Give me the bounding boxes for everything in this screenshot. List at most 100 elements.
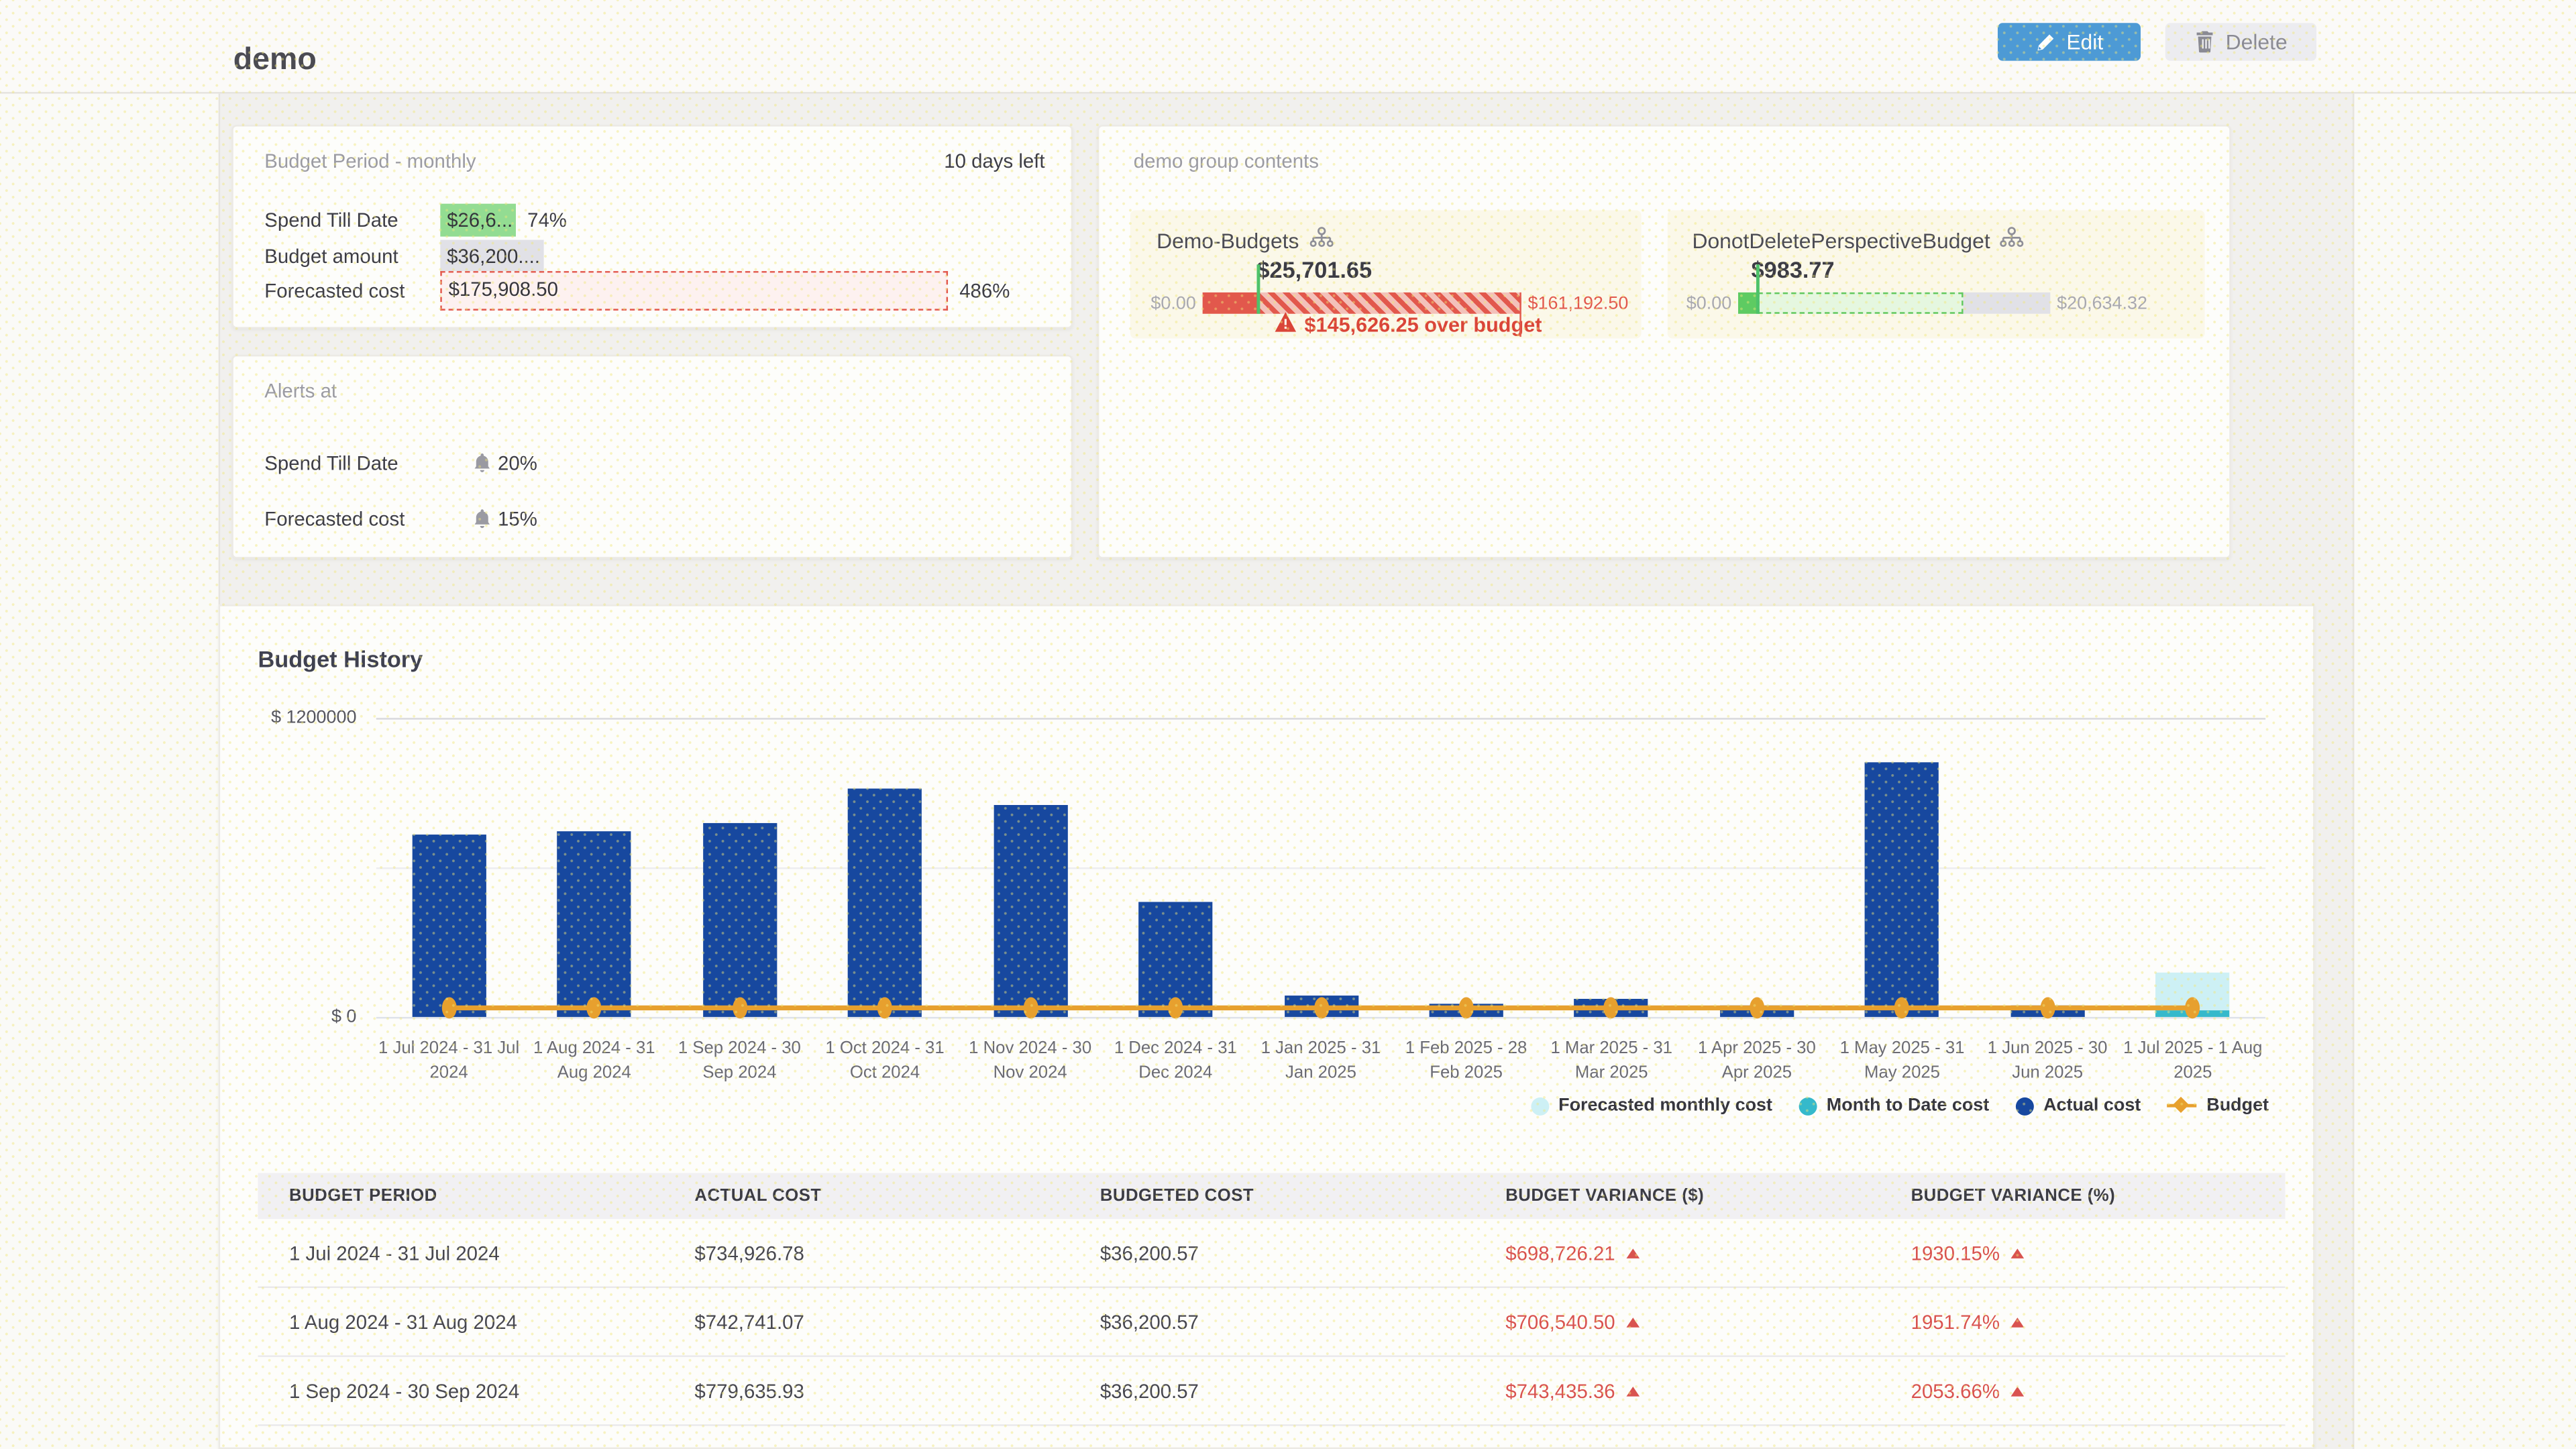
budget-period-title: Budget Period - monthly — [264, 150, 476, 172]
variance-up-icon — [1627, 1248, 1640, 1258]
x-axis-label: 1 Mar 2025 - 31 Mar 2025 — [1541, 1036, 1682, 1087]
legend-label: Forecasted monthly cost — [1558, 1095, 1772, 1115]
edit-button[interactable]: Edit — [1998, 23, 2141, 60]
budget-period-row-label: Forecasted cost — [264, 279, 405, 302]
budget-period-row: Forecasted cost$175,908.50486% — [233, 274, 1071, 307]
alert-threshold-value: 20% — [498, 451, 537, 474]
budget-marker-tick — [1256, 264, 1260, 313]
bar-min-label: $0.00 — [1668, 294, 1732, 313]
legend-item-forecasted-monthly-cost: Forecasted monthly cost — [1530, 1095, 1772, 1115]
forecast-segment — [1758, 292, 1963, 314]
x-axis-label: 1 Apr 2025 - 30 Apr 2025 — [1686, 1036, 1828, 1087]
spend-segment — [1203, 292, 1258, 314]
bar-actual-cost — [994, 806, 1067, 1017]
cell-budget-variance-usd: $743,435.36 — [1474, 1379, 1880, 1402]
group-contents-card: demo group contents Demo-Budgets $25,701… — [1097, 125, 2231, 559]
x-axis-label: 1 Nov 2024 - 30 Nov 2024 — [959, 1036, 1101, 1087]
forecast-value-chip: $175,908.50 — [440, 271, 948, 311]
budget-tile-name: DonotDeletePerspectiveBudget — [1692, 228, 1990, 253]
legend-label: Budget — [2206, 1095, 2269, 1115]
variance-up-icon — [1627, 1386, 1640, 1396]
budget-period-card: Budget Period - monthly 10 days left Spe… — [231, 125, 1073, 329]
alert-row: Forecasted cost15% — [233, 506, 1071, 532]
delete-button[interactable]: Delete — [2165, 23, 2316, 60]
alert-row: Spend Till Date20% — [233, 450, 1071, 476]
budget-marker — [1750, 998, 1764, 1019]
alert-row-label: Forecasted cost — [264, 508, 405, 531]
table-row: 1 Jul 2024 - 31 Jul 2024$734,926.78$36,2… — [258, 1219, 2285, 1288]
budget-marker — [732, 998, 747, 1019]
budget-tile-donotdelete[interactable]: DonotDeletePerspectiveBudget $983.77 $0.… — [1668, 210, 2205, 338]
budget-period-row: Budget amount $36,200.... — [233, 239, 1071, 272]
over-budget-line — [1519, 292, 1521, 337]
x-axis-label: 1 May 2025 - 31 May 2025 — [1831, 1036, 1973, 1087]
legend-item-budget: Budget — [2167, 1095, 2269, 1116]
over-budget-alert-text: $145,626.25 over budget — [1304, 313, 1542, 336]
pencil-icon — [2035, 32, 2055, 52]
table-row: 1 Aug 2024 - 31 Aug 2024$742,741.07$36,2… — [258, 1288, 2285, 1357]
budget-period-row-label: Budget amount — [264, 244, 398, 267]
cell-actual-cost: $779,635.93 — [663, 1379, 1069, 1402]
bell-icon — [473, 508, 491, 537]
budget-period-row-percent: 74% — [527, 209, 567, 231]
budget-amount: $25,701.65 — [1256, 256, 1372, 282]
budget-progress-bar — [1203, 292, 1521, 314]
variance-up-icon — [2011, 1317, 2025, 1327]
budget-amount: $983.77 — [1752, 256, 1835, 282]
budget-value-chip: $36,200.... — [440, 239, 543, 272]
spend-value-chip: $26,6... — [440, 204, 516, 237]
x-axis-label: 1 Jul 2025 - 1 Aug 2025 — [2123, 1036, 2264, 1087]
x-axis-label: 1 Jun 2025 - 30 Jun 2025 — [1977, 1036, 2118, 1087]
budget-progress-bar — [1738, 292, 2050, 314]
variance-up-icon — [1627, 1317, 1640, 1327]
cell-budget-period: 1 Sep 2024 - 30 Sep 2024 — [258, 1379, 663, 1402]
page-title: demo — [233, 43, 317, 79]
x-axis-label: 1 Jul 2024 - 31 Jul 2024 — [378, 1036, 520, 1087]
bar-actual-cost — [702, 822, 776, 1017]
perspective-icon — [2000, 227, 2025, 255]
x-axis-label: 1 Sep 2024 - 30 Sep 2024 — [669, 1036, 810, 1087]
budget-tile-name: Demo-Budgets — [1157, 228, 1299, 253]
legend-label: Actual cost — [2043, 1095, 2141, 1115]
trash-icon — [2194, 32, 2214, 53]
budget-marker — [1023, 998, 1038, 1019]
bar-actual-cost — [557, 832, 631, 1017]
top-bar: demo Edit Delete — [0, 0, 2576, 94]
cell-budget-variance-pct: 1930.15% — [1880, 1241, 2285, 1264]
app-root: demo Edit Delete Budget Period - monthly… — [0, 0, 2576, 1449]
table-header-row: BUDGET PERIODACTUAL COSTBUDGETED COSTBUD… — [258, 1173, 2285, 1220]
budget-marker — [1459, 998, 1474, 1019]
group-contents-title: demo group contents — [1134, 150, 1319, 172]
bar-actual-cost — [412, 834, 486, 1017]
gridline-top — [376, 718, 2265, 719]
y-axis-tick-zero: $ 0 — [225, 1007, 357, 1026]
alerts-title: Alerts at — [264, 380, 337, 402]
x-axis-label: 1 Feb 2025 - 28 Feb 2025 — [1395, 1036, 1537, 1087]
days-left-label: 10 days left — [944, 150, 1044, 172]
bar-actual-cost — [848, 789, 922, 1017]
forecast-overage-segment — [1258, 292, 1521, 314]
edit-button-label: Edit — [2066, 30, 2103, 54]
bar-actual-cost — [1865, 763, 1939, 1017]
cell-budget-variance-usd: $698,726.21 — [1474, 1241, 1880, 1264]
bar-max-label: $20,634.32 — [2057, 294, 2147, 313]
variance-up-icon — [2011, 1386, 2025, 1396]
legend-item-month-to-date-cost: Month to Date cost — [1799, 1095, 1989, 1115]
budget-history-table: BUDGET PERIODACTUAL COSTBUDGETED COSTBUD… — [258, 1173, 2285, 1426]
table-header-cell: BUDGET VARIANCE ($) — [1474, 1186, 1880, 1205]
x-axis-label: 1 Dec 2024 - 31 Dec 2024 — [1105, 1036, 1246, 1087]
legend-dot-icon — [1799, 1097, 1817, 1115]
alerts-card: Alerts at Spend Till Date20% Forecasted c… — [231, 355, 1073, 559]
cell-budgeted-cost: $36,200.57 — [1069, 1379, 1474, 1402]
cell-budget-period: 1 Jul 2024 - 31 Jul 2024 — [258, 1241, 663, 1264]
x-axis-label: 1 Oct 2024 - 31 Oct 2024 — [814, 1036, 956, 1087]
legend-budget-line-icon — [2167, 1095, 2196, 1116]
over-budget-alert: $145,626.25 over budget — [1275, 312, 1542, 337]
budget-marker — [1168, 998, 1183, 1019]
cell-budget-period: 1 Aug 2024 - 31 Aug 2024 — [258, 1310, 663, 1333]
delete-button-label: Delete — [2226, 30, 2288, 54]
cell-actual-cost: $734,926.78 — [663, 1241, 1069, 1264]
budget-tile-demo-budgets[interactable]: Demo-Budgets $25,701.65 $0.00 $161,192.5… — [1130, 210, 1642, 338]
chart-legend: Forecasted monthly cost Month to Date cos… — [220, 1093, 2269, 1119]
budget-marker — [2040, 998, 2055, 1019]
